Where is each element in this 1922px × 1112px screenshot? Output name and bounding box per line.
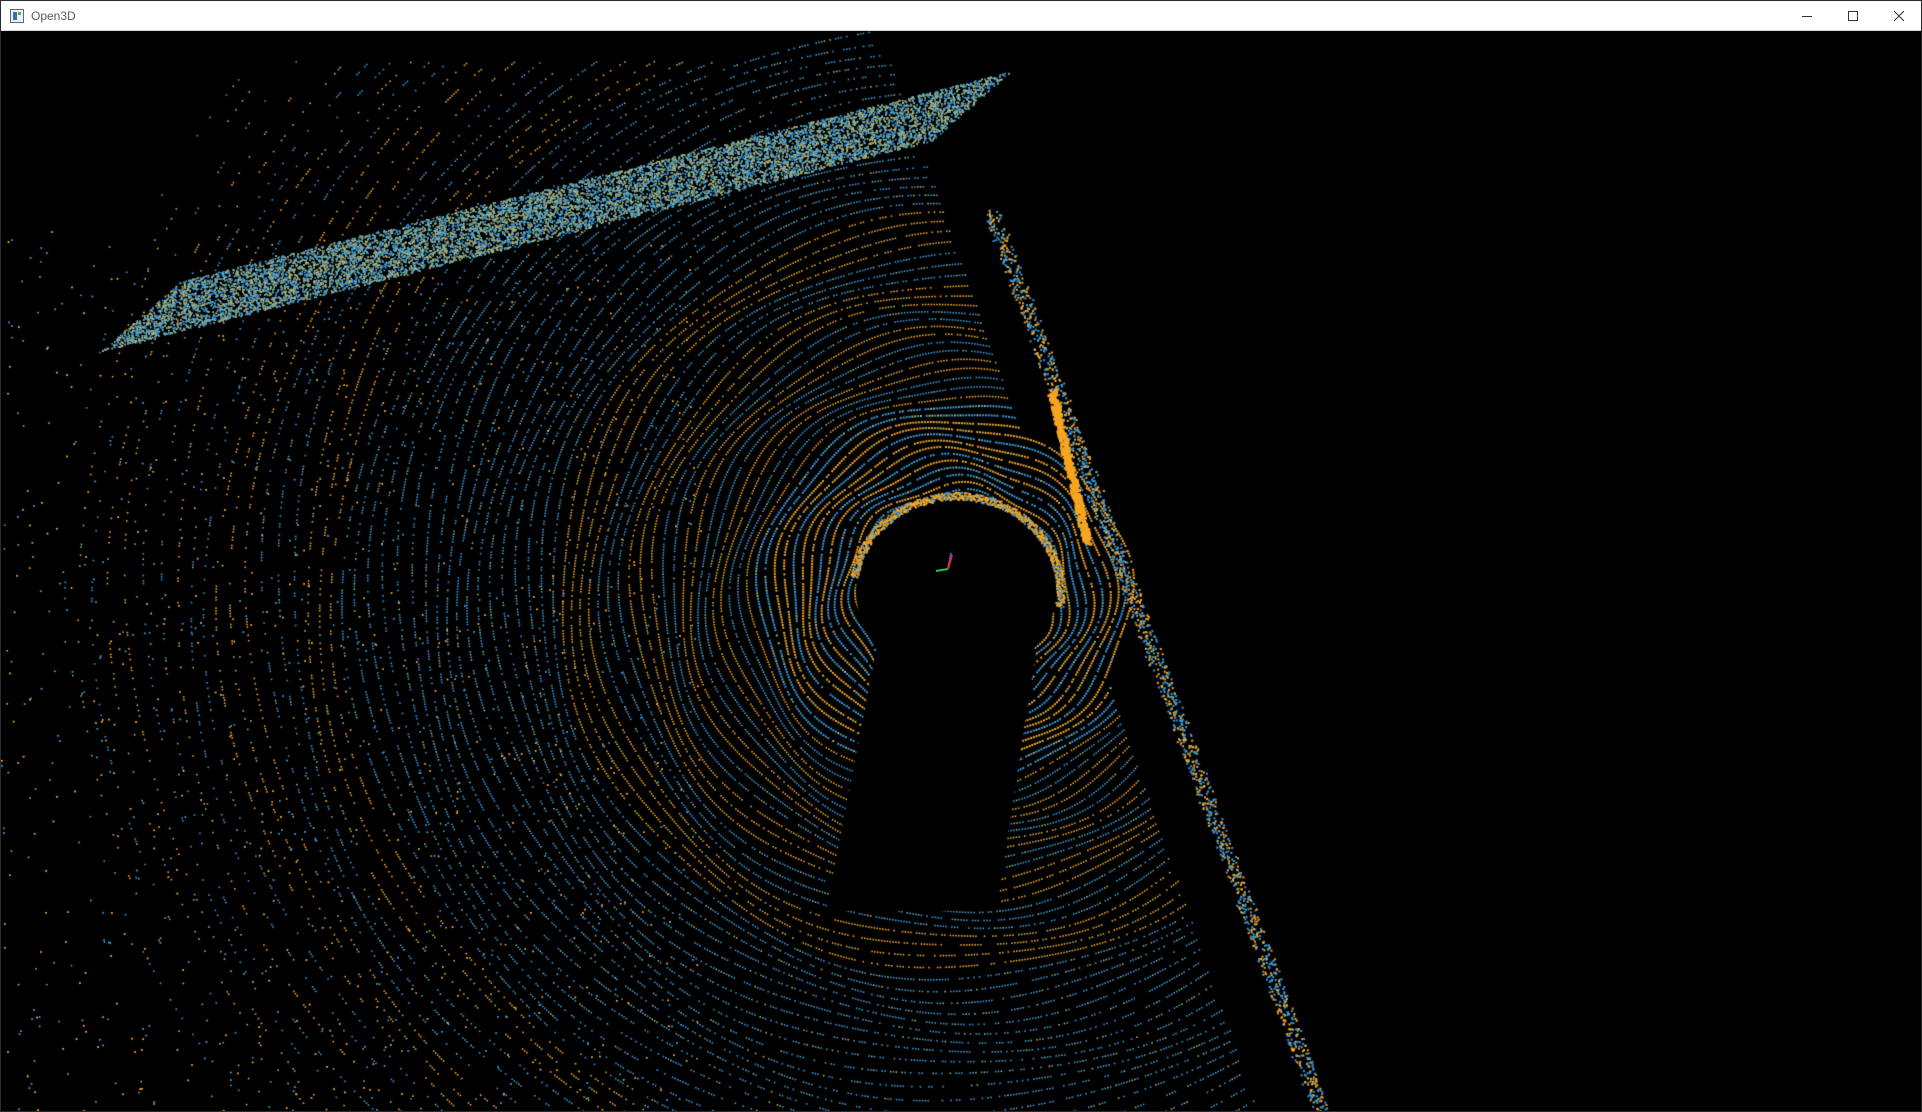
minimize-button[interactable]	[1784, 1, 1830, 30]
3d-viewport[interactable]	[1, 31, 1921, 1111]
maximize-button[interactable]	[1830, 1, 1876, 30]
coordinate-frame-icon	[935, 552, 953, 572]
open3d-app-icon[interactable]	[10, 9, 24, 23]
title-bar[interactable]: Open3D	[1, 1, 1921, 31]
open3d-window: Open3D	[0, 0, 1922, 1112]
close-button[interactable]	[1876, 1, 1922, 30]
y-axis	[935, 568, 949, 572]
maximize-icon	[1848, 10, 1858, 21]
window-title: Open3D	[31, 9, 76, 23]
close-icon	[1894, 10, 1904, 21]
minimize-icon	[1802, 15, 1812, 17]
